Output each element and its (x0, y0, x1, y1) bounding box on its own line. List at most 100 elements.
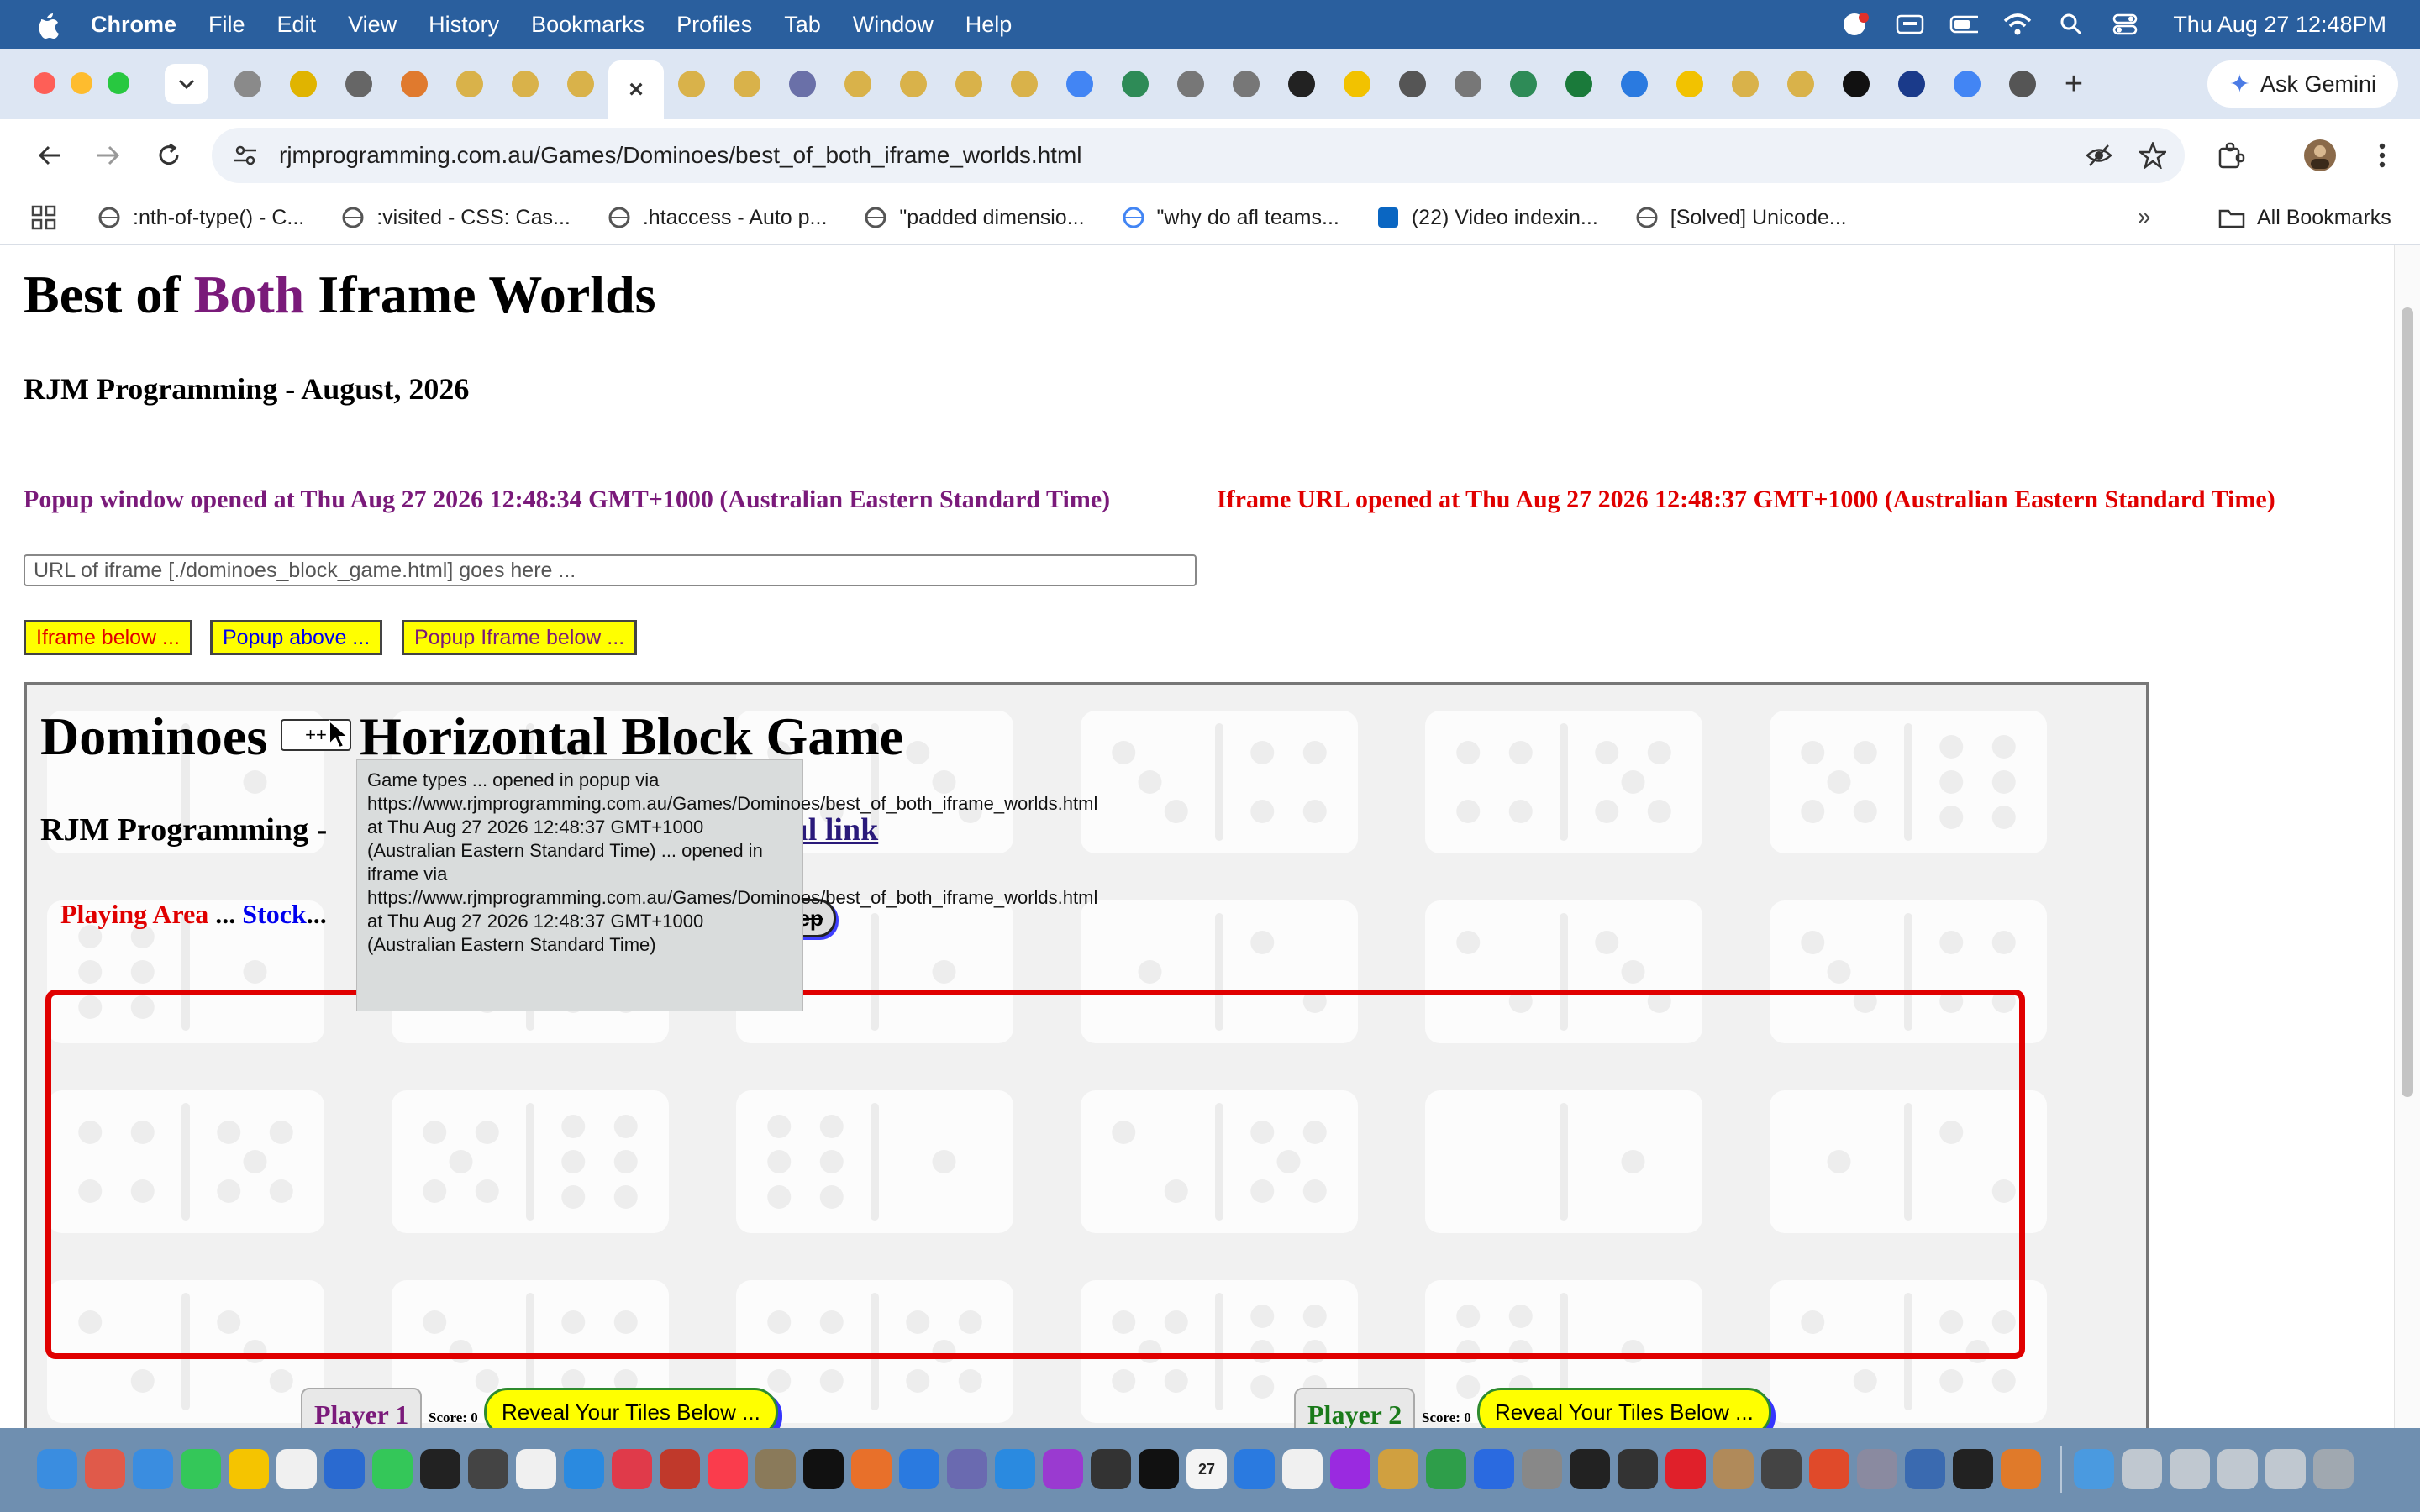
safari-icon[interactable] (995, 1449, 1035, 1489)
menu-view[interactable]: View (348, 12, 397, 38)
bookmark-item[interactable]: "why do afl teams... (1122, 206, 1339, 230)
window-icon[interactable] (2217, 1449, 2258, 1489)
player-2-reveal-button[interactable]: Reveal Your Tiles Below ... (1477, 1388, 1771, 1428)
playing-area[interactable] (45, 990, 2025, 1359)
chrome-icon[interactable] (1426, 1449, 1466, 1489)
tab[interactable] (387, 60, 442, 108)
tab[interactable] (1828, 60, 1884, 108)
kebab-menu-icon[interactable] (2361, 134, 2403, 176)
star-bookmark-icon[interactable] (2136, 139, 2170, 172)
iframe-url-input[interactable] (24, 554, 1197, 586)
launchpad-icon[interactable] (85, 1449, 125, 1489)
apps-grid-icon[interactable] (29, 202, 59, 233)
wifi-icon[interactable] (2003, 12, 2032, 37)
window-icon[interactable] (2122, 1449, 2162, 1489)
gimp-icon[interactable] (755, 1449, 796, 1489)
menu-edit[interactable]: Edit (277, 12, 317, 38)
app-icon[interactable] (1809, 1449, 1849, 1489)
window-icon[interactable] (2170, 1449, 2210, 1489)
messages-icon[interactable] (181, 1449, 221, 1489)
bookmarks-overflow-chevron-icon[interactable]: » (2138, 203, 2151, 230)
app-icon[interactable] (1761, 1449, 1802, 1489)
window-zoom-button[interactable] (108, 72, 129, 94)
menu-history[interactable]: History (429, 12, 499, 38)
bookmark-item[interactable]: :visited - CSS: Cas... (341, 206, 571, 230)
tab[interactable] (719, 60, 775, 108)
tab[interactable] (276, 60, 331, 108)
tab[interactable] (497, 60, 553, 108)
app-icon[interactable] (1953, 1449, 1993, 1489)
menu-window[interactable]: Window (853, 12, 934, 38)
reminders-icon[interactable] (276, 1449, 317, 1489)
terminal-icon[interactable] (1139, 1449, 1179, 1489)
tab[interactable] (331, 60, 387, 108)
bookmark-item[interactable]: (22) Video indexin... (1376, 206, 1598, 230)
address-url[interactable]: rjmprogramming.com.au/Games/Dominoes/bes… (279, 142, 1082, 169)
terminal-icon[interactable] (420, 1449, 460, 1489)
quicktime-icon[interactable] (1234, 1449, 1275, 1489)
calendar-icon[interactable]: 27 (1186, 1449, 1227, 1489)
bookmark-item[interactable]: [Solved] Unicode... (1635, 206, 1847, 230)
podcasts-icon[interactable] (1043, 1449, 1083, 1489)
settings-icon[interactable] (1522, 1449, 1562, 1489)
tab[interactable] (1884, 60, 1939, 108)
calculator-icon[interactable] (468, 1449, 508, 1489)
scrollbar-thumb[interactable] (2402, 307, 2413, 1097)
address-bar[interactable]: rjmprogramming.com.au/Games/Dominoes/bes… (212, 128, 2185, 183)
player-2-button[interactable]: Player 2 (1294, 1388, 1416, 1428)
mail-icon[interactable] (133, 1449, 173, 1489)
tab[interactable] (1052, 60, 1107, 108)
iframe-below-button[interactable]: Iframe below ... (24, 620, 192, 655)
window-minimize-button[interactable] (71, 72, 92, 94)
extensions-puzzle-icon[interactable] (2210, 134, 2252, 176)
reload-icon[interactable] (150, 136, 188, 175)
tab[interactable] (1496, 60, 1551, 108)
tab[interactable] (1329, 60, 1385, 108)
tab[interactable] (1773, 60, 1828, 108)
tab[interactable] (442, 60, 497, 108)
tab[interactable] (1607, 60, 1662, 108)
spotlight-search-icon[interactable] (2057, 12, 2086, 37)
tab[interactable] (1718, 60, 1773, 108)
trash-icon[interactable] (2313, 1449, 2354, 1489)
keyboard-icon[interactable] (1896, 12, 1924, 37)
photos-icon[interactable] (2001, 1449, 2041, 1489)
menu-profiles[interactable]: Profiles (676, 12, 752, 38)
firefox-icon[interactable] (851, 1449, 892, 1489)
back-arrow-icon[interactable] (30, 136, 69, 175)
app-icon[interactable] (1330, 1449, 1370, 1489)
app-icon[interactable] (1570, 1449, 1610, 1489)
menu-help[interactable]: Help (965, 12, 1013, 38)
tab[interactable] (830, 60, 886, 108)
tab[interactable] (886, 60, 941, 108)
tv-icon[interactable] (803, 1449, 844, 1489)
eye-slash-icon[interactable] (2082, 139, 2116, 172)
news-icon[interactable] (612, 1449, 652, 1489)
tab[interactable] (1662, 60, 1718, 108)
tab[interactable] (1107, 60, 1163, 108)
filezilla-icon[interactable] (660, 1449, 700, 1489)
tab[interactable] (664, 60, 719, 108)
malwarebytes-icon[interactable] (1842, 12, 1870, 37)
site-info-icon[interactable] (229, 139, 262, 172)
tab[interactable] (941, 60, 997, 108)
apple-icon[interactable] (29, 6, 66, 43)
tab-active[interactable]: × (608, 60, 664, 119)
facetime-icon[interactable] (372, 1449, 413, 1489)
textedit-icon[interactable] (516, 1449, 556, 1489)
menu-app-chrome[interactable]: Chrome (91, 12, 176, 38)
preview-icon[interactable] (1282, 1449, 1323, 1489)
finder-icon[interactable] (37, 1449, 77, 1489)
menu-bookmarks[interactable]: Bookmarks (531, 12, 644, 38)
tab[interactable] (1939, 60, 1995, 108)
zoom-icon[interactable] (1474, 1449, 1514, 1489)
tab[interactable] (1551, 60, 1607, 108)
folder-icon[interactable] (2074, 1449, 2114, 1489)
tab[interactable] (775, 60, 830, 108)
window-close-button[interactable] (34, 72, 55, 94)
console-icon[interactable] (1091, 1449, 1131, 1489)
tab[interactable] (1385, 60, 1440, 108)
new-tab-plus-icon[interactable]: + (2050, 60, 2097, 108)
tab[interactable] (220, 60, 276, 108)
all-bookmarks-button[interactable]: All Bookmarks (2218, 192, 2391, 244)
